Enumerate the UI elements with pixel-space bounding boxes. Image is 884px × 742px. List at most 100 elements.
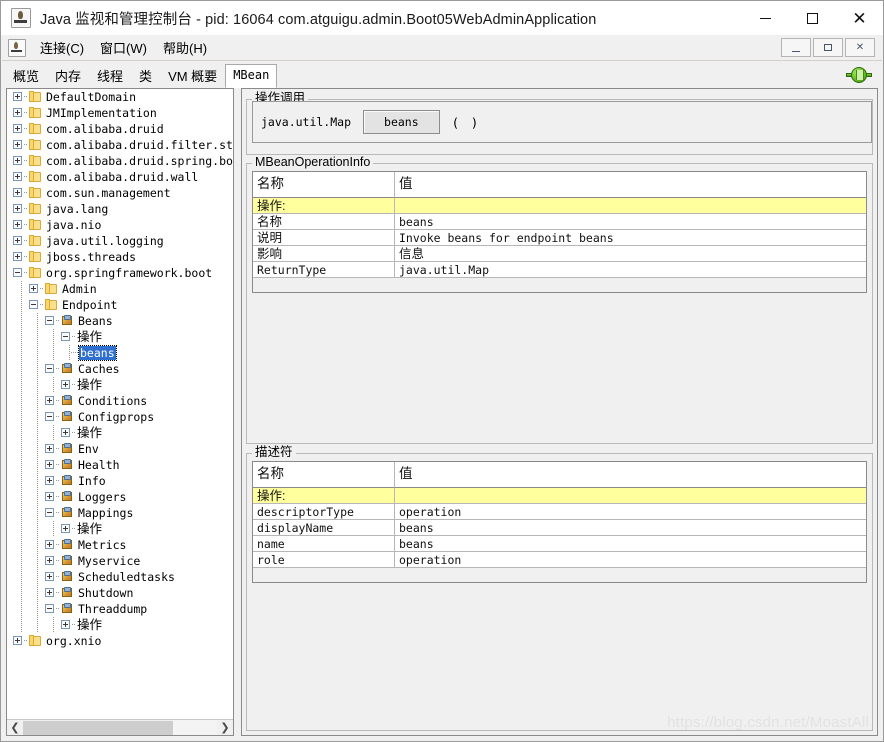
tree-node-shutdown[interactable]: Shutdown — [7, 585, 233, 601]
expand-icon[interactable] — [45, 572, 54, 581]
collapse-icon[interactable] — [45, 316, 54, 325]
expand-icon[interactable] — [13, 252, 22, 261]
invoke-beans-button[interactable]: beans — [363, 110, 440, 134]
tree-node-info[interactable]: Info — [7, 473, 233, 489]
tree-node-org-springframework-boot[interactable]: org.springframework.boot — [7, 265, 233, 281]
expand-icon[interactable] — [13, 140, 22, 149]
table-row[interactable]: role operation — [253, 552, 866, 568]
tree-node-defaultdomain[interactable]: DefaultDomain — [7, 89, 233, 105]
tree-node-admin[interactable]: Admin — [7, 281, 233, 297]
tree-node-env[interactable]: Env — [7, 441, 233, 457]
expand-icon[interactable] — [45, 460, 54, 469]
table-cell-value[interactable] — [395, 488, 866, 504]
collapse-icon[interactable] — [45, 364, 54, 373]
table-cell-name[interactable]: 说明 — [253, 230, 395, 246]
expand-icon[interactable] — [13, 204, 22, 213]
table-cell-value[interactable]: Invoke beans for endpoint beans — [395, 230, 866, 246]
table-row[interactable]: ReturnType java.util.Map — [253, 262, 866, 278]
tree-node--[interactable]: 操作 — [7, 377, 233, 393]
tree-node-com-sun-management[interactable]: com.sun.management — [7, 185, 233, 201]
tree-node-threaddump[interactable]: Threaddump — [7, 601, 233, 617]
chevron-left-icon[interactable]: ❮ — [7, 720, 23, 735]
menu-item-connection[interactable]: 连接(C) — [32, 36, 92, 59]
tree-node--[interactable]: 操作 — [7, 425, 233, 441]
expand-icon[interactable] — [13, 156, 22, 165]
collapse-icon[interactable] — [45, 604, 54, 613]
expand-icon[interactable] — [13, 636, 22, 645]
descriptor-table[interactable]: 名称值操作: descriptorType operation displayName… — [252, 461, 867, 583]
tab-memory[interactable]: 内存 — [47, 65, 89, 88]
menu-item-window[interactable]: 窗口(W) — [92, 36, 155, 59]
expand-icon[interactable] — [61, 428, 70, 437]
tree-node-conditions[interactable]: Conditions — [7, 393, 233, 409]
tree-node-health[interactable]: Health — [7, 457, 233, 473]
table-cell-name[interactable]: name — [253, 536, 395, 552]
expand-icon[interactable] — [13, 92, 22, 101]
minimize-icon[interactable] — [742, 1, 789, 35]
scrollbar-track[interactable] — [173, 720, 217, 735]
tree-node-java-nio[interactable]: java.nio — [7, 217, 233, 233]
tree-node--[interactable]: 操作 — [7, 521, 233, 537]
scrollbar-thumb[interactable] — [23, 720, 173, 735]
table-cell-value[interactable]: operation — [395, 552, 866, 568]
tree-node-configprops[interactable]: Configprops — [7, 409, 233, 425]
expand-icon[interactable] — [13, 124, 22, 133]
internal-restore-icon[interactable] — [813, 38, 843, 57]
table-cell-value[interactable]: beans — [395, 214, 866, 230]
close-icon[interactable]: ✕ — [836, 1, 883, 35]
table-cell-value[interactable]: beans — [395, 520, 866, 536]
table-cell-name[interactable]: 影响 — [253, 246, 395, 262]
expand-icon[interactable] — [45, 492, 54, 501]
internal-close-icon[interactable] — [845, 38, 875, 57]
tree-node-beans[interactable]: Beans — [7, 313, 233, 329]
tree-horizontal-scrollbar[interactable]: ❮ ❯ — [7, 719, 233, 735]
tree-node-com-alibaba-druid[interactable]: com.alibaba.druid — [7, 121, 233, 137]
tree-node-endpoint[interactable]: Endpoint — [7, 297, 233, 313]
tree-node--[interactable]: 操作 — [7, 329, 233, 345]
collapse-icon[interactable] — [61, 332, 70, 341]
expand-icon[interactable] — [13, 188, 22, 197]
mbean-tree[interactable]: DefaultDomain JMImplementation com.alibaba… — [7, 89, 233, 718]
tab-mbean[interactable]: MBean — [225, 64, 278, 88]
table-row[interactable]: 操作: — [253, 488, 866, 504]
tab-vm-summary[interactable]: VM 概要 — [160, 65, 225, 88]
mbean-operation-info-table[interactable]: 名称值操作: 名称 beans 说明 Invoke beans for endpoint… — [252, 171, 867, 293]
table-row[interactable]: 说明 Invoke beans for endpoint beans — [253, 230, 866, 246]
tree-node-mappings[interactable]: Mappings — [7, 505, 233, 521]
table-row[interactable]: 操作: — [253, 198, 866, 214]
expand-icon[interactable] — [45, 588, 54, 597]
expand-icon[interactable] — [13, 236, 22, 245]
tab-overview[interactable]: 概览 — [5, 65, 47, 88]
expand-icon[interactable] — [45, 556, 54, 565]
table-row[interactable]: name beans — [253, 536, 866, 552]
menu-item-help[interactable]: 帮助(H) — [155, 36, 215, 59]
collapse-icon[interactable] — [45, 508, 54, 517]
table-cell-value[interactable] — [395, 198, 866, 214]
internal-minimize-icon[interactable] — [781, 38, 811, 57]
column-header[interactable]: 名称 — [253, 172, 395, 198]
table-cell-value[interactable]: 信息 — [395, 246, 866, 262]
table-cell-value[interactable]: beans — [395, 536, 866, 552]
column-header[interactable]: 值 — [395, 172, 866, 198]
expand-icon[interactable] — [45, 476, 54, 485]
expand-icon[interactable] — [45, 444, 54, 453]
maximize-icon[interactable] — [789, 1, 836, 35]
tree-node-com-alibaba-druid-spring-boot-au[interactable]: com.alibaba.druid.spring.boot.au — [7, 153, 233, 169]
table-cell-value[interactable]: operation — [395, 504, 866, 520]
tree-node-jboss-threads[interactable]: jboss.threads — [7, 249, 233, 265]
expand-icon[interactable] — [45, 540, 54, 549]
table-cell-name[interactable]: descriptorType — [253, 504, 395, 520]
tree-node--[interactable]: 操作 — [7, 617, 233, 633]
table-cell-name[interactable]: 操作: — [253, 198, 395, 214]
table-row[interactable]: 影响 信息 — [253, 246, 866, 262]
tree-node-java-util-logging[interactable]: java.util.logging — [7, 233, 233, 249]
table-cell-name[interactable]: role — [253, 552, 395, 568]
table-row[interactable]: displayName beans — [253, 520, 866, 536]
tree-node-metrics[interactable]: Metrics — [7, 537, 233, 553]
tree-node-beans[interactable]: beans — [7, 345, 233, 361]
tree-node-loggers[interactable]: Loggers — [7, 489, 233, 505]
column-header[interactable]: 值 — [395, 462, 866, 488]
expand-icon[interactable] — [61, 524, 70, 533]
table-cell-name[interactable]: 操作: — [253, 488, 395, 504]
collapse-icon[interactable] — [13, 268, 22, 277]
